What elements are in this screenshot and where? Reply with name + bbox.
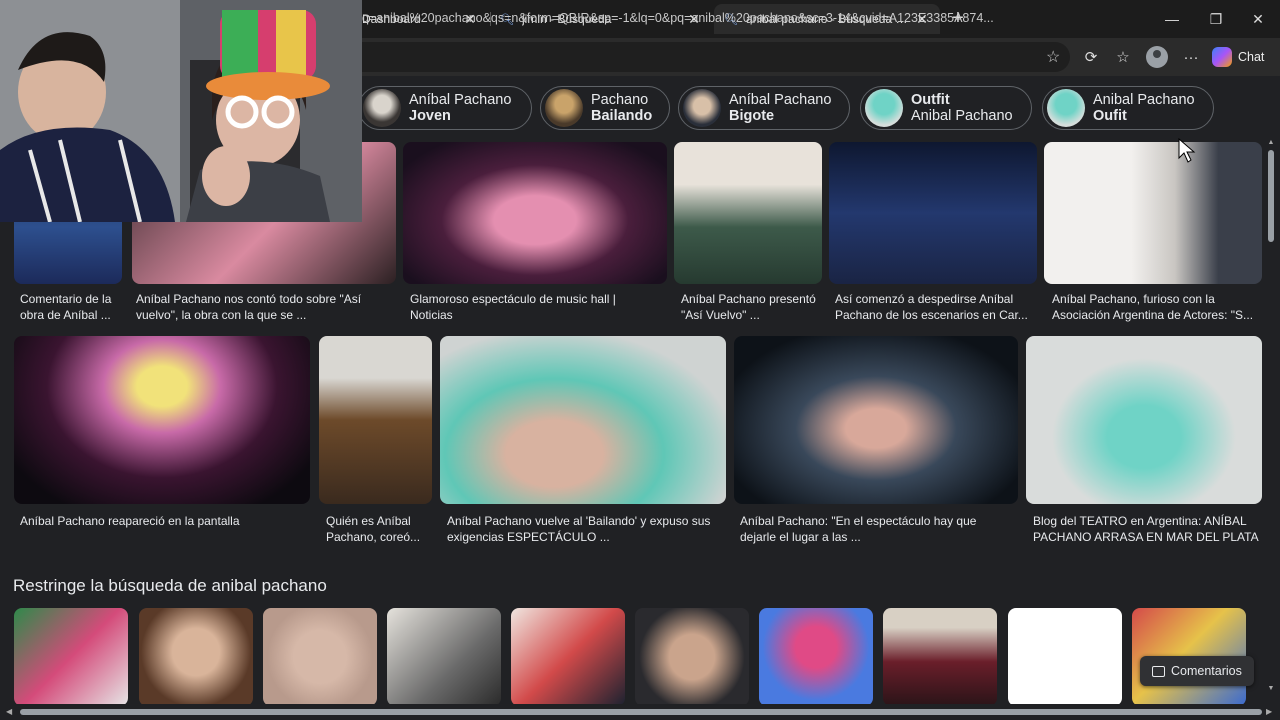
related-thumbnail[interactable] bbox=[263, 608, 377, 706]
result-image[interactable] bbox=[1026, 336, 1262, 504]
result-caption[interactable]: Comentario de la obra de Aníbal ... bbox=[20, 291, 122, 323]
chip-label-bold: Joven bbox=[409, 108, 451, 124]
scroll-right-icon[interactable]: ▶ bbox=[1266, 707, 1272, 716]
chip-label: Anibal Pachano bbox=[911, 108, 1013, 124]
chip-label-bold: Bailando bbox=[591, 108, 653, 124]
result-image[interactable] bbox=[319, 336, 432, 504]
result-caption[interactable]: Aníbal Pachano: "En el espectáculo hay q… bbox=[740, 513, 1010, 545]
chip-label: Anibal Pachano bbox=[1093, 92, 1195, 108]
horizontal-scrollbar[interactable]: ◀ ▶ bbox=[0, 704, 1280, 720]
chip-thumbnail bbox=[363, 89, 401, 127]
chip-thumbnail bbox=[1047, 89, 1085, 127]
minimize-icon[interactable]: — bbox=[1150, 0, 1194, 38]
chip-thumbnail bbox=[683, 89, 721, 127]
chip-label-bold: Outfit bbox=[911, 92, 950, 108]
address-bar[interactable] bbox=[340, 42, 1070, 72]
chat-label: Chat bbox=[1238, 50, 1265, 64]
scroll-down-icon[interactable]: ▼ bbox=[1267, 685, 1275, 692]
webcam-overlay bbox=[0, 0, 362, 222]
chip-thumbnail bbox=[865, 89, 903, 127]
result-caption[interactable]: Aníbal Pachano vuelve al 'Bailando' y ex… bbox=[447, 513, 723, 545]
browser-window: Dashboard ✕ 🔍︎ jimin - Búsqueda ✕ 🔍︎ ani… bbox=[0, 0, 1280, 720]
result-image[interactable] bbox=[734, 336, 1018, 504]
extensions-icon[interactable]: ⟳ bbox=[1080, 46, 1102, 68]
favorite-star-icon[interactable]: ☆ bbox=[1046, 47, 1060, 67]
mouse-cursor-icon bbox=[1178, 138, 1196, 163]
scroll-up-icon[interactable]: ▲ bbox=[1267, 139, 1275, 146]
related-thumbnail[interactable] bbox=[14, 608, 128, 706]
result-image[interactable] bbox=[1044, 142, 1262, 284]
result-image[interactable] bbox=[403, 142, 667, 284]
result-caption[interactable]: Aníbal Pachano presentó "Así Vuelvo" ... bbox=[681, 291, 821, 323]
result-caption[interactable]: Aníbal Pachano reapareció en la pantalla bbox=[20, 513, 310, 529]
related-thumbnail[interactable] bbox=[511, 608, 625, 706]
result-image[interactable] bbox=[674, 142, 822, 284]
webcam-feed bbox=[0, 0, 362, 222]
related-thumbnail[interactable] bbox=[139, 608, 253, 706]
copilot-icon bbox=[1212, 47, 1232, 67]
section-title: Restringe la búsqueda de anibal pachano bbox=[13, 576, 327, 595]
profile-avatar-icon[interactable] bbox=[1146, 46, 1168, 68]
scroll-left-icon[interactable]: ◀ bbox=[6, 707, 12, 716]
result-caption[interactable]: Blog del TEATRO en Argentina: ANÍBAL PAC… bbox=[1033, 513, 1261, 545]
favorites-icon[interactable]: ☆ bbox=[1112, 46, 1134, 68]
related-thumbnail[interactable] bbox=[635, 608, 749, 706]
related-thumbnail[interactable] bbox=[1008, 608, 1122, 706]
chip-oufit[interactable]: Anibal Pachano Oufit bbox=[1042, 86, 1214, 130]
chip-label: Aníbal Pachano bbox=[409, 92, 512, 108]
chip-thumbnail bbox=[545, 89, 583, 127]
result-caption[interactable]: Aníbal Pachano, furioso con la Asociació… bbox=[1052, 291, 1260, 323]
feedback-label: Comentarios bbox=[1171, 664, 1242, 678]
chip-joven[interactable]: Aníbal Pachano Joven bbox=[358, 86, 532, 130]
result-caption[interactable]: Aníbal Pachano nos contó todo sobre "Así… bbox=[136, 291, 386, 323]
close-window-icon[interactable]: ✕ bbox=[1236, 0, 1280, 38]
result-caption[interactable]: Quién es Aníbal Pachano, coreó... bbox=[326, 513, 430, 545]
chip-label: Pachano bbox=[591, 92, 649, 108]
chip-label-bold: Bigote bbox=[729, 108, 775, 124]
chip-outfit[interactable]: Outfit Anibal Pachano bbox=[860, 86, 1032, 130]
related-thumbnail[interactable] bbox=[387, 608, 501, 706]
chip-bigote[interactable]: Aníbal Pachano Bigote bbox=[678, 86, 850, 130]
maximize-icon[interactable]: ❐ bbox=[1194, 0, 1238, 38]
result-caption[interactable]: Glamoroso espectáculo de music hall | No… bbox=[410, 291, 660, 323]
vertical-scrollbar[interactable]: ▲ ▼ bbox=[1264, 139, 1278, 700]
result-caption[interactable]: Así comenzó a despedirse Aníbal Pachano … bbox=[835, 291, 1035, 323]
related-thumbnail[interactable] bbox=[883, 608, 997, 706]
result-image[interactable] bbox=[829, 142, 1037, 284]
result-image[interactable] bbox=[14, 336, 310, 504]
chip-label-bold: Oufit bbox=[1093, 108, 1127, 124]
url-text[interactable]: q=anibal%20pachano&qs=n&form=QBIR&sp=-1&… bbox=[362, 11, 1040, 25]
chip-label: Aníbal Pachano bbox=[729, 92, 832, 108]
related-thumbnail[interactable] bbox=[759, 608, 873, 706]
feedback-button[interactable]: Comentarios bbox=[1140, 656, 1254, 686]
scroll-thumb[interactable] bbox=[1268, 150, 1274, 242]
feedback-icon bbox=[1152, 665, 1165, 677]
result-image[interactable] bbox=[440, 336, 726, 504]
more-menu-icon[interactable]: ··· bbox=[1180, 46, 1202, 68]
chat-button[interactable]: Chat bbox=[1212, 44, 1264, 70]
scroll-thumb[interactable] bbox=[20, 709, 1262, 715]
chip-bailando[interactable]: Pachano Bailando bbox=[540, 86, 670, 130]
